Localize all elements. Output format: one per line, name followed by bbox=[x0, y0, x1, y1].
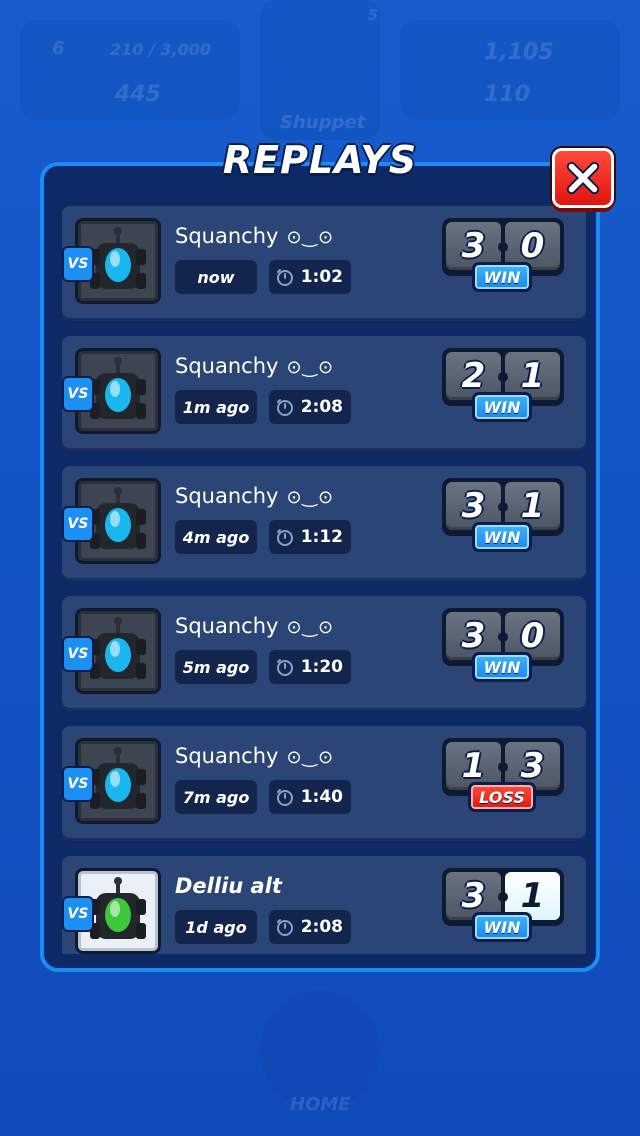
stopwatch-icon bbox=[277, 269, 293, 286]
face-emoticon: ⊙‿⊙ bbox=[286, 617, 335, 638]
opponent-name: Squanchy ⊙‿⊙ bbox=[175, 744, 335, 768]
match-duration: 1:02 bbox=[269, 260, 351, 294]
face-emoticon: ⊙‿⊙ bbox=[286, 357, 335, 378]
opponent-name: Squanchy ⊙‿⊙ bbox=[175, 484, 335, 508]
panel-title: REPLAYS bbox=[222, 138, 418, 182]
face-emoticon: ⊙‿⊙ bbox=[286, 487, 335, 508]
time-ago: now bbox=[175, 260, 257, 294]
kart-icon bbox=[90, 617, 146, 679]
vs-badge: VS bbox=[62, 896, 94, 932]
match-duration: 2:08 bbox=[269, 910, 351, 944]
vs-badge: VS bbox=[62, 506, 94, 542]
replay-row-2[interactable]: VS Squanchy ⊙‿⊙ 1m ago 2:08 2 1 WIN bbox=[62, 336, 586, 448]
result-badge: WIN bbox=[472, 522, 532, 552]
kart-icon bbox=[90, 487, 146, 549]
replay-row-4[interactable]: VS Squanchy ⊙‿⊙ 5m ago 1:20 3 0 WIN bbox=[62, 596, 586, 708]
result-badge: WIN bbox=[472, 262, 532, 292]
replays-panel: VS Squanchy ⊙‿⊙ now 1:02 3 0 WIN VS Squa… bbox=[40, 162, 600, 972]
face-emoticon: ⊙‿⊙ bbox=[286, 747, 335, 768]
match-duration: 1:40 bbox=[269, 780, 351, 814]
vs-badge: VS bbox=[62, 376, 94, 412]
replay-row-5[interactable]: VS Squanchy ⊙‿⊙ 7m ago 1:40 1 3 LOSS bbox=[62, 726, 586, 838]
face-emoticon: ⊙‿⊙ bbox=[286, 227, 335, 248]
replay-row-6[interactable]: VS Delliu alt 1d ago 2:08 3 1 WIN bbox=[62, 856, 586, 954]
opponent-name: Squanchy ⊙‿⊙ bbox=[175, 614, 335, 638]
vs-badge: VS bbox=[62, 766, 94, 802]
close-x-icon bbox=[566, 161, 600, 195]
time-ago: 1d ago bbox=[175, 910, 257, 944]
result-badge: WIN bbox=[472, 912, 532, 942]
result-badge: WIN bbox=[472, 392, 532, 422]
kart-icon bbox=[90, 877, 146, 939]
stopwatch-icon bbox=[277, 529, 293, 546]
opponent-name: Squanchy ⊙‿⊙ bbox=[175, 224, 335, 248]
stopwatch-icon bbox=[277, 919, 293, 936]
stopwatch-icon bbox=[277, 659, 293, 676]
time-ago: 5m ago bbox=[175, 650, 257, 684]
match-duration: 1:12 bbox=[269, 520, 351, 554]
opponent-name: Delliu alt bbox=[175, 874, 282, 898]
kart-icon bbox=[90, 357, 146, 419]
replay-row-1[interactable]: VS Squanchy ⊙‿⊙ now 1:02 3 0 WIN bbox=[62, 206, 586, 318]
kart-icon bbox=[90, 747, 146, 809]
stopwatch-icon bbox=[277, 399, 293, 416]
time-ago: 7m ago bbox=[175, 780, 257, 814]
replay-list[interactable]: VS Squanchy ⊙‿⊙ now 1:02 3 0 WIN VS Squa… bbox=[52, 192, 588, 954]
stopwatch-icon bbox=[277, 789, 293, 806]
vs-badge: VS bbox=[62, 246, 94, 282]
time-ago: 1m ago bbox=[175, 390, 257, 424]
match-duration: 1:20 bbox=[269, 650, 351, 684]
time-ago: 4m ago bbox=[175, 520, 257, 554]
replay-row-3[interactable]: VS Squanchy ⊙‿⊙ 4m ago 1:12 3 1 WIN bbox=[62, 466, 586, 578]
close-button[interactable] bbox=[552, 148, 614, 208]
kart-icon bbox=[90, 227, 146, 289]
vs-badge: VS bbox=[62, 636, 94, 672]
match-duration: 2:08 bbox=[269, 390, 351, 424]
opponent-name: Squanchy ⊙‿⊙ bbox=[175, 354, 335, 378]
result-badge: WIN bbox=[472, 652, 532, 682]
result-badge: LOSS bbox=[468, 782, 536, 812]
